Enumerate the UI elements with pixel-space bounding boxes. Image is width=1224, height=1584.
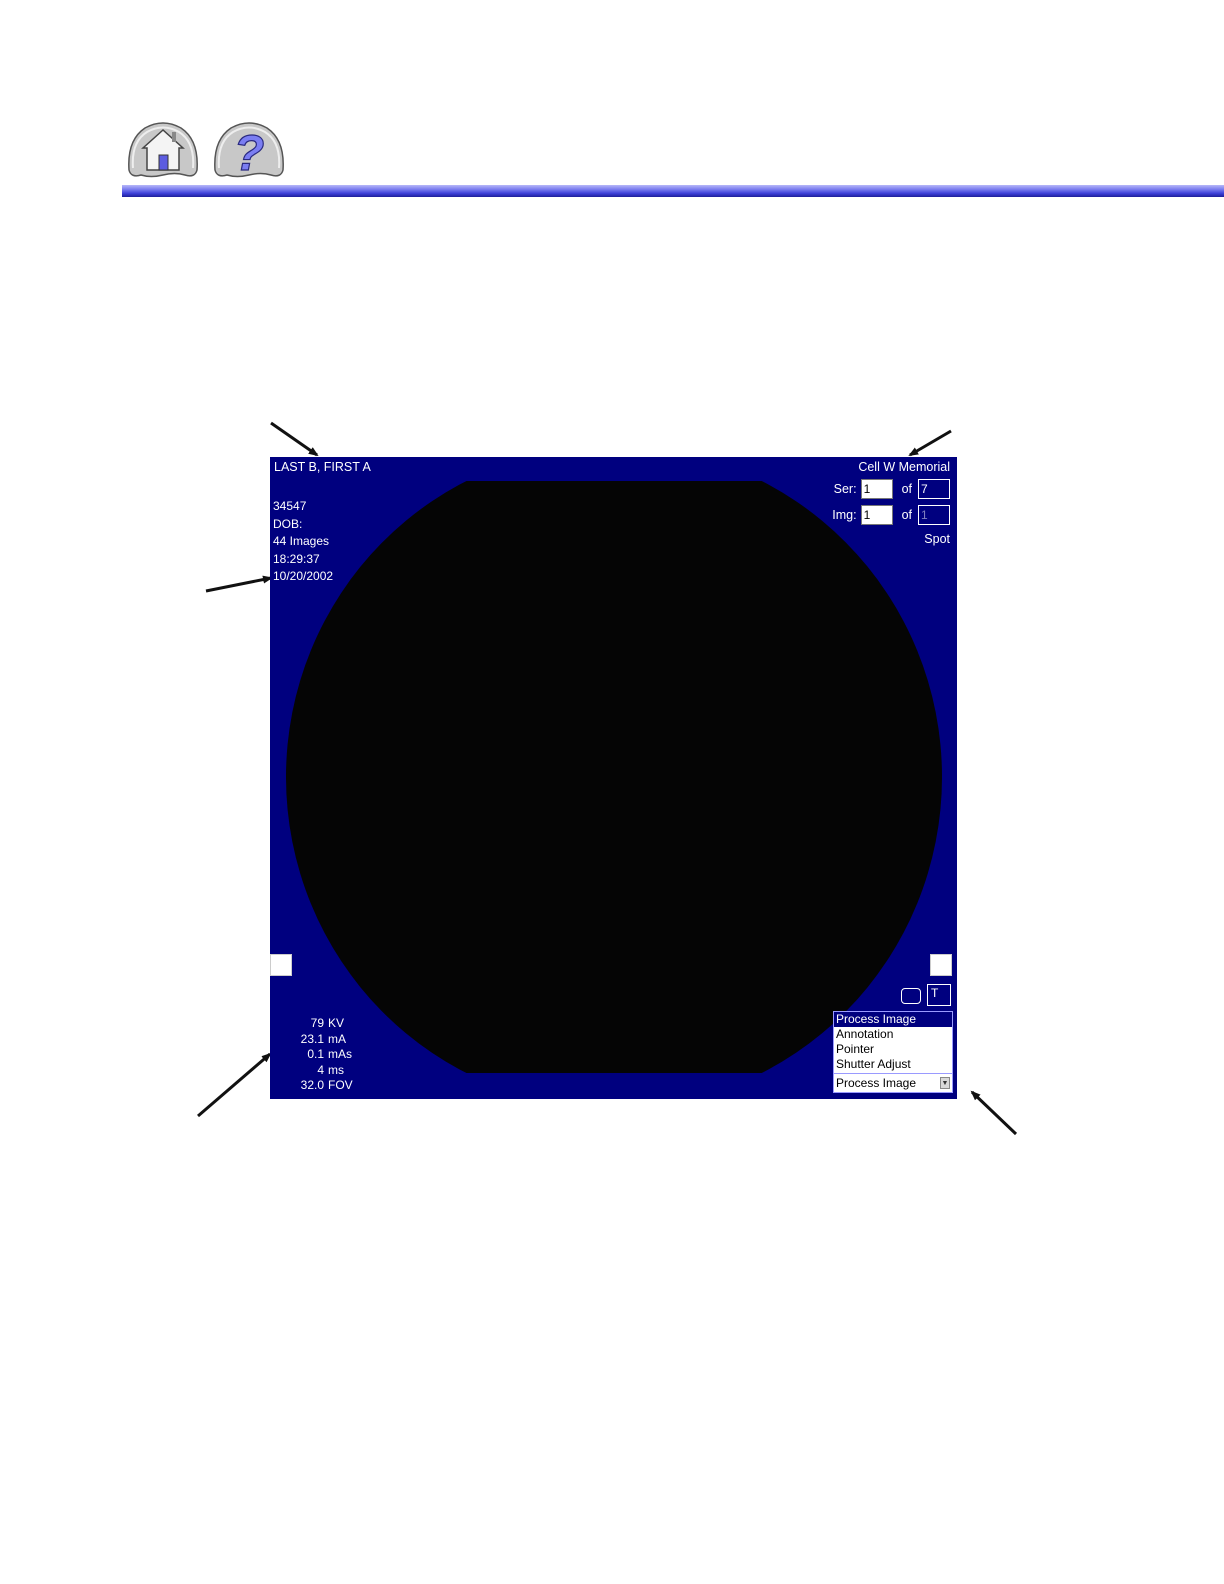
image-label: Img: bbox=[832, 508, 857, 522]
series-input[interactable] bbox=[860, 479, 893, 499]
tool-option-annotation[interactable]: Annotation bbox=[834, 1027, 952, 1042]
ma-value: 23.1 bbox=[300, 1031, 324, 1046]
question-icon: ? bbox=[214, 122, 284, 180]
tool-option-shutter-adjust[interactable]: Shutter Adjust bbox=[834, 1057, 952, 1072]
exam-date: 10/20/2002 bbox=[273, 569, 334, 583]
image-navigator: Img: of bbox=[832, 505, 950, 525]
fov-unit: FOV bbox=[328, 1078, 353, 1092]
series-of-label: of bbox=[901, 482, 912, 496]
technique-factors: 79 KV 23.1 mA 0.1 mAs 4 ms 32.0 FOV bbox=[280, 1016, 353, 1094]
arrow-patient-info bbox=[205, 575, 273, 593]
fov-value: 32.0 bbox=[300, 1078, 324, 1092]
image-display[interactable] bbox=[286, 481, 942, 1073]
home-button[interactable] bbox=[125, 118, 201, 180]
patient-info: 34547 DOB: 44 Images 18:29:37 10/20/2002 bbox=[273, 499, 333, 587]
round-toggle-button[interactable] bbox=[901, 988, 921, 1004]
t-button[interactable]: T bbox=[927, 984, 951, 1006]
technique-kv: 79 KV bbox=[280, 1016, 353, 1032]
image-viewer: LAST B, FIRST A 34547 DOB: 44 Images 18:… bbox=[270, 457, 957, 1099]
patient-name: LAST B, FIRST A bbox=[274, 460, 371, 474]
image-of-label: of bbox=[901, 508, 912, 522]
kv-value: 79 bbox=[310, 1016, 324, 1030]
chevron-down-icon[interactable]: ▼ bbox=[940, 1077, 950, 1089]
right-square-button[interactable] bbox=[930, 954, 952, 976]
tool-list: Process Image Annotation Pointer Shutter… bbox=[834, 1012, 952, 1072]
mas-unit: mAs bbox=[328, 1047, 352, 1061]
mas-value: 0.1 bbox=[307, 1047, 324, 1061]
exam-time: 18:29:37 bbox=[273, 551, 320, 566]
series-label: Ser: bbox=[833, 482, 857, 496]
series-navigator: Ser: of bbox=[834, 479, 950, 499]
technique-fov: 32.0 FOV bbox=[280, 1078, 353, 1094]
left-square-button[interactable] bbox=[270, 954, 292, 976]
tool-select[interactable]: Process Image ▼ bbox=[834, 1073, 952, 1092]
facility-name: Cell W Memorial bbox=[858, 460, 950, 474]
technique-mas: 0.1 mAs bbox=[280, 1047, 353, 1063]
ma-unit: mA bbox=[328, 1031, 346, 1046]
arrow-patient-name bbox=[270, 421, 319, 457]
image-total-field bbox=[918, 505, 950, 525]
arrow-facility bbox=[908, 429, 952, 457]
arrow-tool-menu bbox=[970, 1090, 1018, 1136]
tool-select-value: Process Image bbox=[836, 1076, 917, 1090]
patient-dob: DOB: bbox=[273, 516, 303, 531]
arrow-technique bbox=[197, 1052, 272, 1118]
ms-value: 4 bbox=[317, 1062, 324, 1077]
home-icon bbox=[128, 122, 198, 178]
patient-id: 34547 bbox=[273, 499, 307, 513]
series-total-field bbox=[918, 479, 950, 499]
header-bar bbox=[122, 185, 1224, 197]
image-count: 44 Images bbox=[273, 534, 330, 548]
kv-unit: KV bbox=[328, 1016, 345, 1030]
help-button[interactable]: ? bbox=[211, 118, 287, 180]
technique-ma: 23.1 mA bbox=[280, 1032, 353, 1048]
tool-menu: Process Image Annotation Pointer Shutter… bbox=[833, 1011, 953, 1093]
tool-option-process-image[interactable]: Process Image bbox=[834, 1012, 952, 1027]
image-input[interactable] bbox=[860, 505, 893, 525]
acquisition-mode: Spot bbox=[924, 532, 950, 546]
technique-ms: 4 ms bbox=[280, 1063, 353, 1079]
ms-unit: ms bbox=[328, 1062, 344, 1077]
tool-option-pointer[interactable]: Pointer bbox=[834, 1042, 952, 1057]
help-glyph: ? bbox=[234, 125, 265, 180]
